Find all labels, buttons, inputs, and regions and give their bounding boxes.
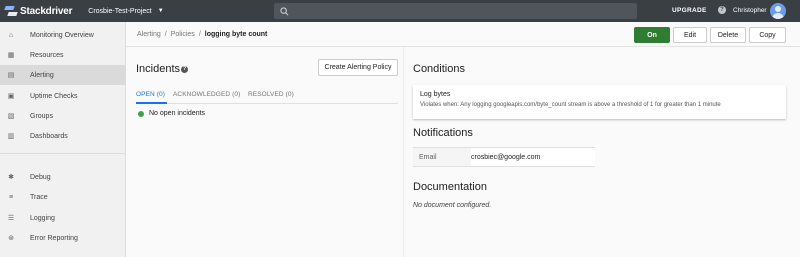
breadcrumb-current: logging byte count [204, 31, 268, 38]
sidebar-item-groups[interactable]: ▧ Groups [0, 106, 126, 126]
sidebar-divider [0, 153, 126, 154]
sidebar-item-error-reporting[interactable]: ⊛ Error Reporting [0, 228, 126, 248]
condition-description: Violates when: Any logging googleapis.co… [420, 102, 721, 108]
logging-icon: ☰ [7, 215, 15, 222]
conditions-title: Conditions [413, 63, 465, 75]
sidebar-item-logging[interactable]: ☰ Logging [0, 208, 126, 228]
upgrade-button[interactable]: UPGRADE [672, 7, 707, 14]
caret-down-icon: ▼ [157, 8, 164, 14]
documentation-text: No document configured. [413, 202, 492, 209]
sidebar-item-label: Logging [30, 214, 55, 222]
breadcrumb-separator: / [164, 31, 167, 38]
sidebar-item-label: Dashboards [30, 132, 68, 140]
condition-name: Log bytes [420, 91, 451, 98]
avatar[interactable] [770, 3, 786, 19]
search-icon [280, 6, 289, 15]
sidebar-item-label: Monitoring Overview [30, 31, 94, 39]
edit-button[interactable]: Edit [673, 27, 707, 43]
incidents-title: Incidents [136, 63, 181, 75]
on-button[interactable]: On [634, 27, 670, 43]
project-name: Crosbie-Test-Project [88, 7, 152, 15]
top-bar: Stackdriver Crosbie-Test-Project ▼ UPGRA… [0, 0, 800, 22]
groups-icon: ▧ [7, 113, 15, 120]
status-ok-icon [138, 110, 144, 117]
stackdriver-logo-icon [4, 5, 18, 17]
column-divider [403, 47, 404, 257]
resources-icon: ▦ [7, 52, 15, 59]
sidebar-item-uptime-checks[interactable]: ▣ Uptime Checks [0, 86, 126, 106]
no-incidents-text: No open incidents [149, 110, 206, 117]
delete-button[interactable]: Delete [710, 27, 746, 43]
search-input[interactable] [295, 7, 615, 15]
sidebar-item-monitoring-overview[interactable]: ⌂ Monitoring Overview [0, 25, 126, 45]
notification-email: crosbiec@google.com [471, 153, 541, 161]
sidebar-item-label: Debug [30, 173, 51, 181]
incident-tabs: OPEN (0) ACKNOWLEDGED (0) RESOLVED (0) [136, 88, 398, 104]
notification-type: Email [413, 148, 471, 166]
sidebar-item-label: Groups [30, 112, 53, 120]
home-icon: ⌂ [8, 31, 14, 39]
tab-open[interactable]: OPEN (0) [136, 91, 165, 98]
user-name[interactable]: Christopher [733, 7, 767, 14]
stackdriver-logo[interactable]: Stackdriver [4, 5, 73, 17]
breadcrumb-policies[interactable]: Policies [171, 31, 195, 38]
debug-icon: ✱ [8, 174, 14, 181]
header-divider [126, 46, 800, 47]
no-incidents-message: No open incidents [138, 110, 205, 117]
sidebar-item-alerting[interactable]: ▤ Alerting [0, 65, 126, 85]
sidebar-item-dashboards[interactable]: ▥ Dashboards [0, 126, 126, 146]
notifications-title: Notifications [413, 127, 473, 139]
sidebar-item-label: Trace [30, 193, 48, 201]
breadcrumb-alerting[interactable]: Alerting [137, 31, 161, 38]
copy-button[interactable]: Copy [749, 27, 786, 43]
breadcrumb-separator: / [198, 31, 201, 38]
condition-card[interactable]: Log bytes Violates when: Any logging goo… [413, 85, 786, 119]
breadcrumb: Alerting / Policies / logging byte count [137, 31, 267, 38]
dashboards-icon: ▥ [7, 133, 15, 140]
create-alerting-policy-button[interactable]: Create Alerting Policy [318, 59, 398, 76]
error-reporting-icon: ⊛ [8, 235, 14, 242]
sidebar-item-label: Uptime Checks [30, 92, 78, 100]
notification-row: Email crosbiec@google.com [413, 147, 595, 167]
sidebar-item-trace[interactable]: ≡ Trace [0, 187, 126, 207]
alerting-icon: ▤ [7, 72, 15, 79]
sidebar: ⌂ Monitoring Overview ▦ Resources ▤ Aler… [0, 22, 126, 257]
help-icon[interactable]: ? [718, 6, 726, 14]
brand-name: Stackdriver [20, 5, 73, 17]
search-bar[interactable] [274, 3, 637, 19]
tab-resolved[interactable]: RESOLVED (0) [248, 91, 294, 98]
trace-icon: ≡ [8, 193, 14, 201]
help-icon[interactable]: ? [181, 66, 188, 73]
active-tab-indicator [136, 102, 167, 104]
tab-acknowledged[interactable]: ACKNOWLEDGED (0) [173, 91, 240, 98]
sidebar-item-label: Resources [30, 51, 64, 59]
sidebar-item-label: Alerting [30, 71, 54, 79]
sidebar-item-label: Error Reporting [30, 234, 78, 242]
documentation-title: Documentation [413, 181, 487, 193]
sidebar-item-resources[interactable]: ▦ Resources [0, 45, 126, 65]
project-selector[interactable]: Crosbie-Test-Project ▼ [88, 8, 163, 15]
uptime-icon: ▣ [7, 93, 15, 100]
sidebar-item-debug[interactable]: ✱ Debug [0, 167, 126, 187]
